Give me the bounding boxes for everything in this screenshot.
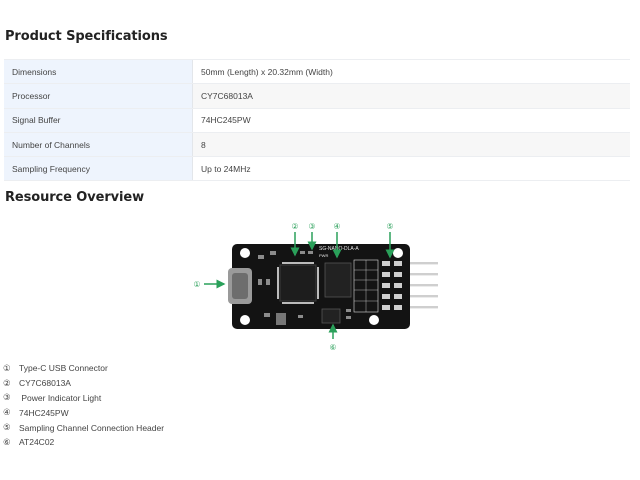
resources-heading: Resource Overview <box>5 190 145 205</box>
item-number: ② <box>3 377 11 388</box>
item-text: Type-C USB Connector <box>19 363 108 374</box>
table-row: Signal Buffer 74HC245PW <box>4 108 630 133</box>
table-row: Processor CY7C68013A <box>4 83 630 109</box>
item-number: ③ <box>3 392 11 403</box>
list-item: ④ 74HC245PW <box>3 405 164 420</box>
table-row: Sampling Frequency Up to 24MHz <box>4 156 630 182</box>
cy7c68013a-chip <box>279 264 317 302</box>
callout-4: ④ <box>333 222 340 231</box>
spec-label: Processor <box>4 83 193 109</box>
item-text: Power Indicator Light <box>19 392 102 403</box>
item-number: ⑤ <box>3 422 11 433</box>
spec-value: 74HC245PW <box>192 108 630 133</box>
spec-value: 50mm (Length) x 20.32mm (Width) <box>192 58 630 85</box>
item-number: ⑥ <box>3 436 11 447</box>
spec-label: Number of Channels <box>4 132 193 158</box>
spec-label: Dimensions <box>4 58 193 85</box>
callout-5: ⑤ <box>386 222 393 231</box>
at24c02-chip <box>321 308 341 324</box>
header-pins <box>406 262 438 309</box>
spec-label: Signal Buffer <box>4 108 193 133</box>
list-item: ⑥ AT24C02 <box>3 435 164 450</box>
item-text: CY7C68013A <box>19 378 71 389</box>
spec-label: Sampling Frequency <box>4 156 193 182</box>
spec-value: CY7C68013A <box>192 83 630 109</box>
item-number: ① <box>3 362 11 373</box>
callout-3: ③ <box>308 222 315 231</box>
callout-6: ⑥ <box>329 343 336 352</box>
item-text: Sampling Channel Connection Header <box>19 422 165 433</box>
list-item: ⑤ Sampling Channel Connection Header <box>3 420 164 435</box>
specs-table: Dimensions 50mm (Length) x 20.32mm (Widt… <box>4 58 630 182</box>
resource-list: ① Type-C USB Connector ② CY7C68013A ③ Po… <box>3 361 164 450</box>
list-item: ① Type-C USB Connector <box>3 361 164 376</box>
callout-2: ② <box>291 222 298 231</box>
item-number: ④ <box>3 407 11 418</box>
table-row: Dimensions 50mm (Length) x 20.32mm (Widt… <box>4 58 630 85</box>
list-item: ③ Power Indicator Light <box>3 391 164 406</box>
callout-1: ① <box>193 280 200 289</box>
board-diagram: SG-NANO-DLA-A PWR ① ② ③ ④ ⑤ ⑥ <box>193 222 438 352</box>
list-item: ② CY7C68013A <box>3 376 164 391</box>
item-text: 74HC245PW <box>19 407 69 418</box>
item-text: AT24C02 <box>19 437 55 448</box>
specs-heading: Product Specifications <box>5 29 168 44</box>
spec-value: Up to 24MHz <box>192 156 630 182</box>
spec-value: 8 <box>192 132 630 158</box>
74hc245pw-chip <box>324 262 352 298</box>
board-silkscreen: SG-NANO-DLA-A <box>319 246 359 252</box>
pwr-silkscreen: PWR <box>319 253 328 258</box>
table-row: Number of Channels 8 <box>4 132 630 158</box>
